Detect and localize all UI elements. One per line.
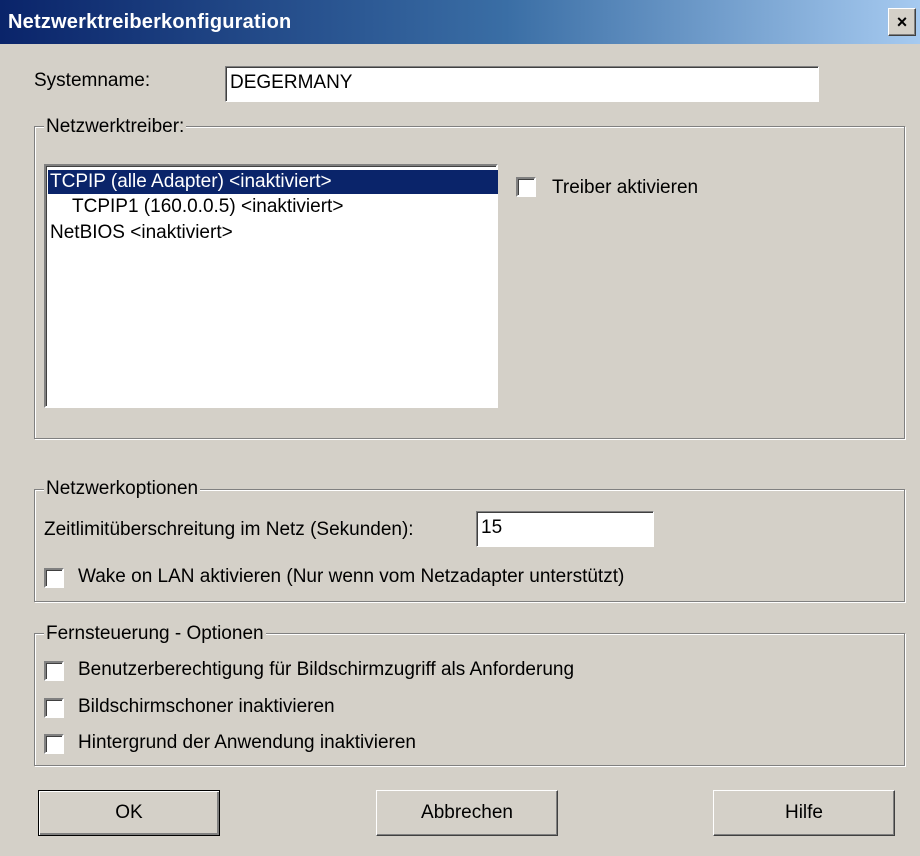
screen-access-permission-checkbox[interactable]	[44, 661, 64, 681]
disable-screensaver-checkbox[interactable]	[44, 698, 64, 718]
close-button[interactable]: ×	[888, 8, 916, 36]
network-drivers-legend: Netzwerktreiber:	[44, 116, 187, 138]
help-button[interactable]: Hilfe	[713, 790, 895, 836]
driver-list-item-netbios[interactable]: NetBIOS <inaktiviert>	[48, 221, 235, 245]
close-icon: ×	[896, 12, 908, 32]
enable-driver-checkbox[interactable]	[516, 177, 536, 197]
timeout-label: Zeitlimitüberschreitung im Netz (Sekunde…	[44, 519, 414, 540]
timeout-field[interactable]: 15	[476, 511, 654, 547]
driver-list-item-tcpip1[interactable]: TCPIP1 (160.0.0.5) <inaktiviert>	[70, 195, 345, 219]
cancel-button[interactable]: Abbrechen	[376, 790, 558, 836]
wake-on-lan-label: Wake on LAN aktivieren (Nur wenn vom Net…	[78, 566, 625, 587]
screen-access-permission-label: Benutzerberechtigung für Bildschirmzugri…	[78, 659, 575, 680]
wake-on-lan-checkbox[interactable]	[44, 568, 64, 588]
enable-driver-label: Treiber aktivieren	[552, 177, 699, 198]
disable-background-checkbox[interactable]	[44, 734, 64, 754]
disable-screensaver-label: Bildschirmschoner inaktivieren	[78, 696, 335, 717]
title-bar: Netzwerktreiberkonfiguration ×	[0, 0, 920, 44]
remote-options-legend: Fernsteuerung - Optionen	[44, 623, 266, 645]
system-name-label: Systemname:	[34, 70, 151, 91]
system-name-field[interactable]: DEGERMANY	[225, 66, 819, 102]
network-options-legend: Netzwerkoptionen	[44, 478, 201, 500]
ok-button[interactable]: OK	[38, 790, 220, 836]
disable-background-label: Hintergrund der Anwendung inaktivieren	[78, 732, 416, 753]
driver-list-item-tcpip[interactable]: TCPIP (alle Adapter) <inaktiviert>	[48, 170, 498, 194]
window-title: Netzwerktreiberkonfiguration	[8, 11, 292, 33]
driver-list[interactable]: TCPIP (alle Adapter) <inaktiviert> TCPIP…	[44, 164, 498, 408]
